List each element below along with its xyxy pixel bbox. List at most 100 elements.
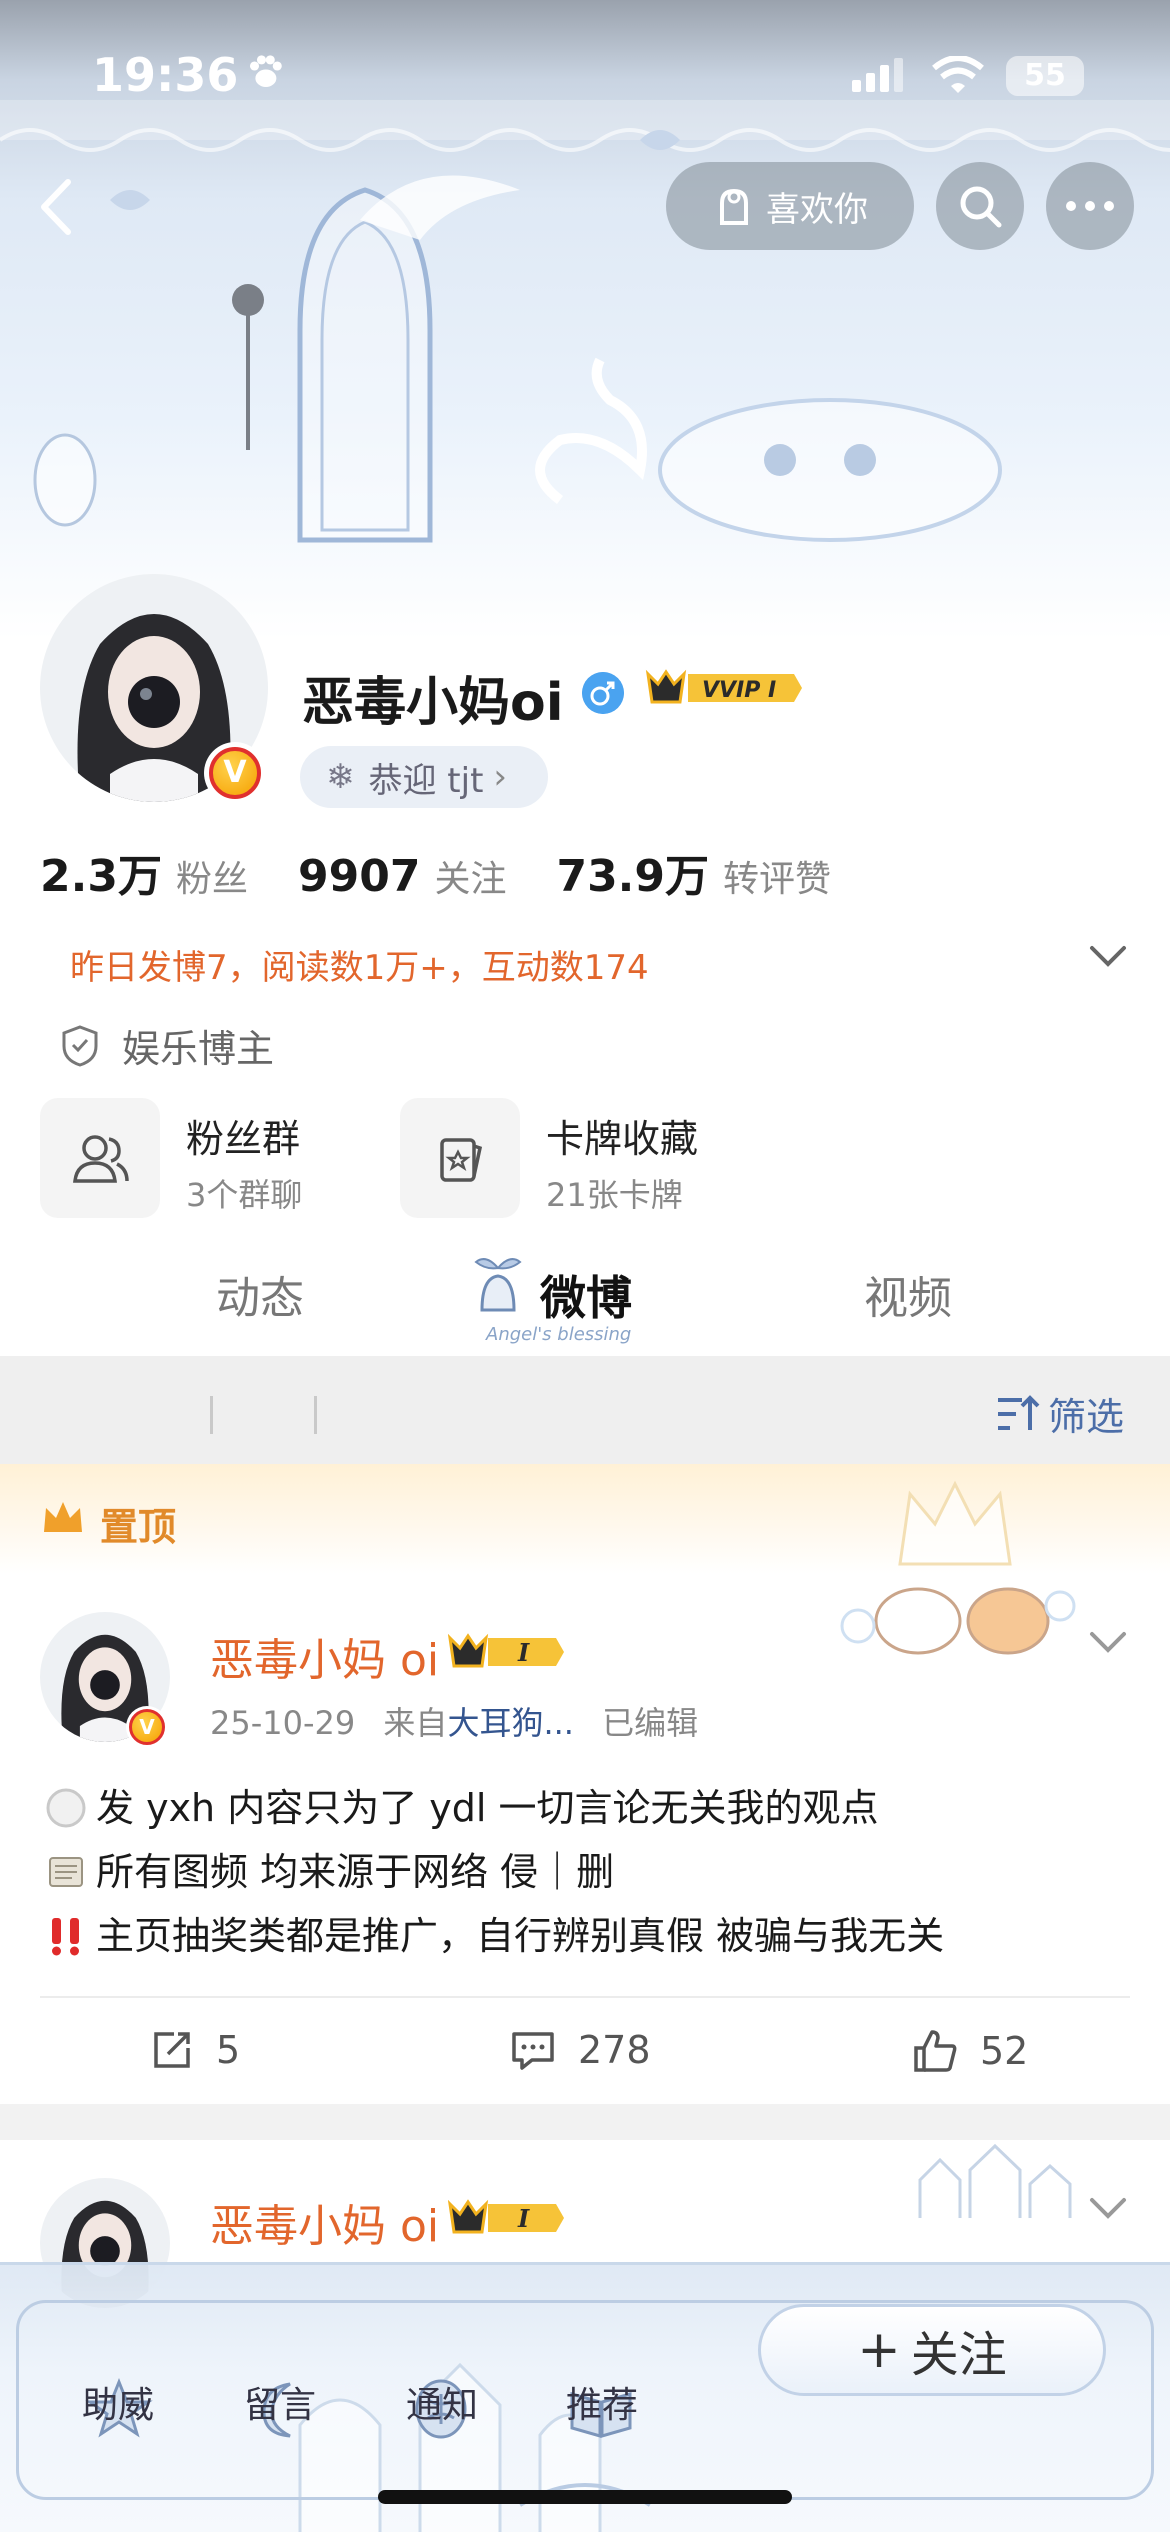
- tab-decoration-text: Angel's blessing: [486, 1324, 632, 1345]
- stat-followers[interactable]: 2.3万 粉丝: [40, 840, 248, 904]
- stat-label: 转评赞: [723, 859, 832, 900]
- stat-value: 9907: [297, 851, 421, 902]
- chevron-down-icon[interactable]: [1088, 944, 1128, 970]
- welcome-text: 恭迎 tjt: [368, 760, 484, 801]
- card-collection-tile-icon[interactable]: [400, 1098, 520, 1218]
- plus-icon: +: [857, 2320, 901, 2380]
- post-body[interactable]: 发 yxh 内容只为了 ydl 一切言论无关我的观点 所有图频 均来源于网络 侵…: [44, 1776, 944, 1968]
- back-arrow-icon[interactable]: [28, 172, 88, 242]
- post-meta: 25-10-29 来自大耳狗... 已编辑: [210, 1698, 698, 1744]
- stat-interactions[interactable]: 73.9万 转评赞: [556, 840, 831, 904]
- like-count: 52: [980, 2029, 1029, 2073]
- blogger-tag-label: 娱乐博主: [122, 1027, 275, 1071]
- more-icon: [1066, 201, 1114, 211]
- filter-button[interactable]: 筛选: [996, 1386, 1124, 1441]
- tab-videos[interactable]: 视频: [864, 1262, 952, 1326]
- card-collection-title[interactable]: 卡牌收藏: [546, 1108, 698, 1163]
- stat-following[interactable]: 9907 关注: [298, 850, 506, 902]
- filter-label: 筛选: [1048, 1395, 1125, 1439]
- stat-value: 73.9万: [556, 851, 710, 902]
- verified-badge: V: [204, 742, 266, 804]
- more-button[interactable]: [1046, 162, 1134, 250]
- wifi-icon: [932, 56, 984, 93]
- filter-icon: [998, 1394, 1040, 1430]
- home-indicator: [378, 2490, 792, 2504]
- vip-level-badge: I: [448, 2199, 564, 2234]
- cute-mascots-decoration: [840, 1587, 1076, 1655]
- search-button[interactable]: [936, 162, 1024, 250]
- shield-icon: [62, 1024, 98, 1067]
- heart-hand-icon: [720, 188, 748, 225]
- post-line: 主页抽奖类都是推广，自行辨别真假 被骗与我无关: [44, 1904, 944, 1968]
- signal-icon: [852, 58, 903, 92]
- vvip-label: VVIP I: [702, 678, 776, 703]
- post-author[interactable]: 恶毒小妈 oi: [210, 1624, 439, 1688]
- like-you-button[interactable]: 喜欢你: [666, 162, 914, 250]
- battery-indicator: 55: [1006, 56, 1084, 96]
- male-gender-icon: [582, 672, 624, 714]
- repost-count: 5: [216, 2028, 241, 2072]
- profile-banner: 19:36 55 喜欢你: [0, 0, 1170, 640]
- recommend-label: 推荐: [566, 2385, 639, 2426]
- pinned-label: 置顶: [100, 1505, 177, 1549]
- comment-icon: [512, 2032, 554, 2070]
- follow-label: 关注: [910, 2327, 1007, 2383]
- post-from-label: 来自: [383, 1704, 448, 1742]
- paw-icon: [249, 55, 282, 87]
- post-divider: [40, 1996, 1130, 1998]
- post-date: 25-10-29: [210, 1704, 356, 1742]
- castle-decoration: [918, 2143, 1072, 2218]
- snowflake-icon: ❄: [326, 757, 355, 797]
- group-icon: [73, 1135, 129, 1183]
- vip-level-badge: I: [448, 1633, 564, 1668]
- fan-group-title[interactable]: 粉丝群: [186, 1108, 300, 1163]
- vip-level-label: I: [517, 2204, 530, 2233]
- tab-weibo[interactable]: 微博: [540, 1262, 632, 1328]
- crown-watermark-icon: [898, 1480, 1012, 1566]
- double-exclamation-icon: [52, 1918, 79, 1956]
- status-bar: 19:36 55: [0, 0, 1170, 150]
- fan-group-sub: 3个群聊: [186, 1176, 303, 1214]
- profile-name: 恶毒小妈oi: [302, 673, 564, 733]
- chevron-down-icon[interactable]: [1088, 1630, 1128, 1656]
- comment-count: 278: [578, 2028, 651, 2072]
- tab-dynamics[interactable]: 动态: [216, 1262, 304, 1326]
- follow-button[interactable]: + 关注: [758, 2304, 1106, 2396]
- post-line: 发 yxh 内容只为了 ydl 一切言论无关我的观点: [44, 1776, 944, 1840]
- like-button[interactable]: 52: [912, 2028, 1028, 2074]
- chevron-right-icon: ›: [493, 757, 508, 797]
- filter-separator: [210, 1396, 213, 1434]
- card-collection-sub: 21张卡牌: [546, 1176, 683, 1214]
- pinned-crown-icon: [44, 1502, 82, 1532]
- status-time: 19:36: [92, 48, 239, 102]
- blogger-tag[interactable]: 娱乐博主: [60, 1018, 274, 1073]
- post-source[interactable]: 大耳狗...: [447, 1704, 574, 1742]
- chevron-down-icon[interactable]: [1088, 2196, 1128, 2222]
- thumbs-up-icon: [914, 2030, 957, 2072]
- filter-bar: [0, 1356, 1170, 1464]
- welcome-pill[interactable]: ❄ 恭迎 tjt ›: [300, 746, 548, 808]
- post-separator: [0, 2104, 1170, 2140]
- post-edited[interactable]: 已编辑: [602, 1704, 698, 1742]
- vvip-badge: VVIP I: [645, 669, 802, 704]
- repost-button[interactable]: 5: [150, 2028, 240, 2072]
- filter-separator: [314, 1396, 317, 1434]
- post-line-text: 所有图频 均来源于网络 侵｜删: [96, 1850, 615, 1894]
- post-line-text: 发 yxh 内容只为了 ydl 一切言论无关我的观点: [96, 1786, 879, 1830]
- notify-label: 通知: [406, 2385, 479, 2426]
- white-circle-icon: [46, 1788, 86, 1828]
- profile-stats: 2.3万 粉丝 9907 关注 73.9万 转评赞: [40, 840, 881, 904]
- comment-button[interactable]: 278: [510, 2028, 651, 2072]
- stat-label: 关注: [434, 859, 507, 900]
- post-verified-badge: V: [126, 1706, 168, 1748]
- stat-label: 粉丝: [175, 859, 248, 900]
- fan-group-tile-icon[interactable]: [40, 1098, 160, 1218]
- post-author[interactable]: 恶毒小妈 oi: [210, 2190, 439, 2254]
- activity-summary: 昨日发博7，阅读数1万+，互动数174: [70, 948, 649, 988]
- repost-icon: [154, 2032, 190, 2068]
- bell-bow-icon: [474, 1258, 522, 1312]
- cheer-label: 助威: [82, 2385, 155, 2426]
- vip-level-label: I: [517, 1638, 530, 1667]
- stat-value: 2.3万: [40, 851, 162, 902]
- scroll-icon: [49, 1857, 83, 1887]
